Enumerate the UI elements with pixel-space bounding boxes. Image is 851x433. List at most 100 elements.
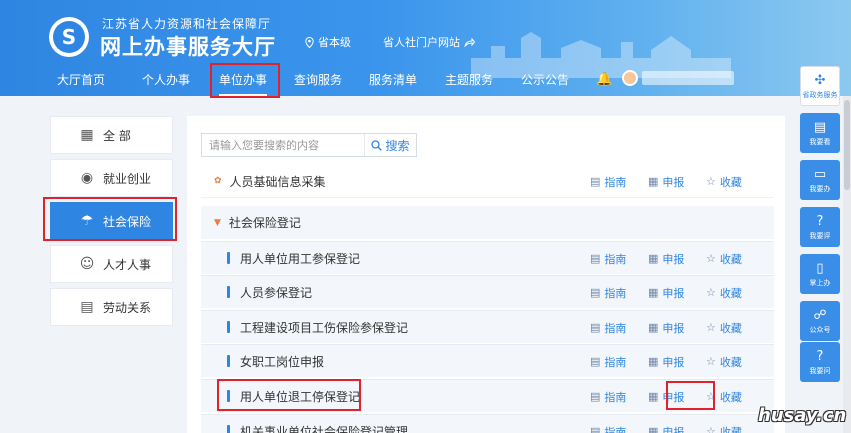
nav-item-service-list[interactable]: 服务清单 xyxy=(369,64,417,96)
search-button[interactable]: 搜索 xyxy=(364,134,416,156)
nav-item-theme[interactable]: 主题服务 xyxy=(445,64,493,96)
list-item-label: 人员参保登记 xyxy=(240,285,313,300)
guide-button[interactable]: ▤ 指南 xyxy=(590,389,648,405)
apply-icon: ▦ xyxy=(648,321,659,334)
sidebar-item-labor[interactable]: ▤ 劳动关系 xyxy=(50,288,173,326)
float-handle-button[interactable]: ▭ 我要办 xyxy=(800,160,840,200)
float-label: 我要办 xyxy=(809,184,831,193)
org-name: 江苏省人力资源和社会保障厅 xyxy=(102,17,272,31)
favorite-label: 收藏 xyxy=(719,390,742,404)
bar-marker-icon xyxy=(227,252,230,264)
gov-service-button[interactable]: ✣ 省政务服务 xyxy=(800,66,840,106)
guide-button[interactable]: ▤ 指南 xyxy=(590,251,648,267)
apply-button[interactable]: ▦ 申报 xyxy=(648,424,706,433)
favorite-button[interactable]: ☆ 收藏 xyxy=(706,251,764,267)
search-button-label: 搜索 xyxy=(385,138,410,153)
apply-button[interactable]: ▦ 申报 xyxy=(648,354,706,370)
list-item[interactable]: 人员参保登记 ▤ 指南 ▦ 申报 ☆ 收藏 xyxy=(201,275,774,308)
location-label: 省本级 xyxy=(318,36,351,49)
apply-label: 申报 xyxy=(662,355,685,369)
row-actions: ▤ 指南 ▦ 申报 ☆ 收藏 xyxy=(590,415,764,433)
apply-label: 申报 xyxy=(662,286,685,300)
guide-label: 指南 xyxy=(604,425,627,433)
question-icon: ? xyxy=(816,348,824,364)
float-label: 公众号 xyxy=(809,325,831,334)
list-item[interactable]: 用人单位用工参保登记 ▤ 指南 ▦ 申报 ☆ 收藏 xyxy=(201,241,774,274)
list-item[interactable]: 女职工岗位申报 ▤ 指南 ▦ 申报 ☆ 收藏 xyxy=(201,344,774,377)
nav-item-personal[interactable]: 个人办事 xyxy=(142,64,190,96)
avatar[interactable] xyxy=(622,70,638,86)
guide-button[interactable]: ▤ 指南 xyxy=(590,320,648,336)
float-ask-button[interactable]: ? 我要问 xyxy=(800,342,840,382)
apply-label: 申报 xyxy=(662,425,685,433)
favorite-button[interactable]: ☆ 收藏 xyxy=(706,285,764,301)
watermark: husay.cn xyxy=(758,405,847,426)
apply-button[interactable]: ▦ 申报 xyxy=(648,320,706,336)
list-item[interactable]: 工程建设项目工伤保险参保登记 ▤ 指南 ▦ 申报 ☆ 收藏 xyxy=(201,310,774,343)
float-mobile-button[interactable]: ▯ 掌上办 xyxy=(800,254,840,294)
apply-button[interactable]: ▦ 申报 xyxy=(648,285,706,301)
nav-item-query[interactable]: 查询服务 xyxy=(294,64,342,96)
float-rate-button[interactable]: ? 我要评 xyxy=(800,207,840,247)
bell-icon[interactable]: 🔔 xyxy=(596,72,612,87)
guide-label: 指南 xyxy=(604,252,627,266)
guide-button[interactable]: ▤ 指南 xyxy=(590,424,648,433)
apply-button[interactable]: ▦ 申报 xyxy=(648,174,706,190)
phone-icon: ▯ xyxy=(816,260,824,276)
nav-item-home[interactable]: 大厅首页 xyxy=(57,64,105,96)
apply-icon: ▦ xyxy=(648,425,659,433)
sidebar-item-label: 劳动关系 xyxy=(103,300,152,315)
highlight-nav-company xyxy=(210,63,280,98)
location-selector[interactable]: 省本级 xyxy=(305,34,351,50)
sidebar-item-label: 人才人事 xyxy=(103,257,152,272)
username-masked xyxy=(642,71,734,85)
list-item-label: 用人单位用工参保登记 xyxy=(240,251,361,266)
monitor-icon: ▭ xyxy=(813,166,827,182)
site-title: 网上办事服务大厅 xyxy=(100,35,276,59)
document-icon: ▤ xyxy=(80,299,94,315)
guide-label: 指南 xyxy=(604,175,627,189)
list-item-label: 机关事业单位社会保险登记管理 xyxy=(240,424,409,433)
guide-label: 指南 xyxy=(604,286,627,300)
search-input[interactable] xyxy=(202,134,364,156)
users-icon: ☺ xyxy=(79,256,95,272)
guide-icon: ▤ xyxy=(590,425,601,433)
guide-button[interactable]: ▤ 指南 xyxy=(590,285,648,301)
float-view-button[interactable]: ▤ 我要看 xyxy=(800,113,840,153)
group-header[interactable]: ▼ 社会保险登记 xyxy=(201,206,774,239)
favorite-label: 收藏 xyxy=(719,425,742,433)
favorite-button[interactable]: ☆ 收藏 xyxy=(706,424,764,433)
guide-label: 指南 xyxy=(604,390,627,404)
sidebar-item-talent[interactable]: ☺ 人才人事 xyxy=(50,245,173,283)
grid-icon: ▦ xyxy=(80,127,94,143)
location-pin-icon xyxy=(305,36,314,48)
site-logo[interactable]: S xyxy=(49,17,89,57)
apply-label: 申报 xyxy=(662,252,685,266)
favorite-label: 收藏 xyxy=(719,286,742,300)
favorite-button[interactable]: ☆ 收藏 xyxy=(706,174,764,190)
apply-button[interactable]: ▦ 申报 xyxy=(648,251,706,267)
guide-button[interactable]: ▤ 指南 xyxy=(590,174,648,190)
favorite-button[interactable]: ☆ 收藏 xyxy=(706,354,764,370)
highlight-apply-button xyxy=(666,381,715,410)
sidebar-item-employment[interactable]: ◉ 就业创业 xyxy=(50,159,173,197)
guide-button[interactable]: ▤ 指南 xyxy=(590,354,648,370)
apply-icon: ▦ xyxy=(648,390,659,403)
guide-icon: ▤ xyxy=(590,252,601,265)
float-label: 省政务服务 xyxy=(802,90,838,99)
list-item[interactable]: 机关事业单位社会保险登记管理 ▤ 指南 ▦ 申报 ☆ 收藏 xyxy=(201,414,774,433)
search-box: 搜索 xyxy=(201,133,417,157)
highlight-sidebar-social-insurance xyxy=(43,197,177,241)
list-item[interactable]: ✿ 人员基础信息采集 ▤ 指南 ▦ 申报 ☆ 收藏 xyxy=(201,165,774,198)
guide-label: 指南 xyxy=(604,321,627,335)
caret-down-icon: ▼ xyxy=(214,217,221,228)
nav-item-notice[interactable]: 公示公告 xyxy=(521,64,569,96)
apply-icon: ▦ xyxy=(648,252,659,265)
float-wechat-button[interactable]: ☍ 公众号 xyxy=(800,301,840,341)
favorite-button[interactable]: ☆ 收藏 xyxy=(706,320,764,336)
portal-link[interactable]: 省人社门户网站 xyxy=(383,34,475,50)
star-icon: ☆ xyxy=(706,175,716,188)
scrollbar-thumb[interactable] xyxy=(844,100,850,190)
sidebar-item-all[interactable]: ▦ 全 部 xyxy=(50,116,173,154)
row-actions: ▤ 指南 ▦ 申报 ☆ 收藏 xyxy=(590,311,764,344)
